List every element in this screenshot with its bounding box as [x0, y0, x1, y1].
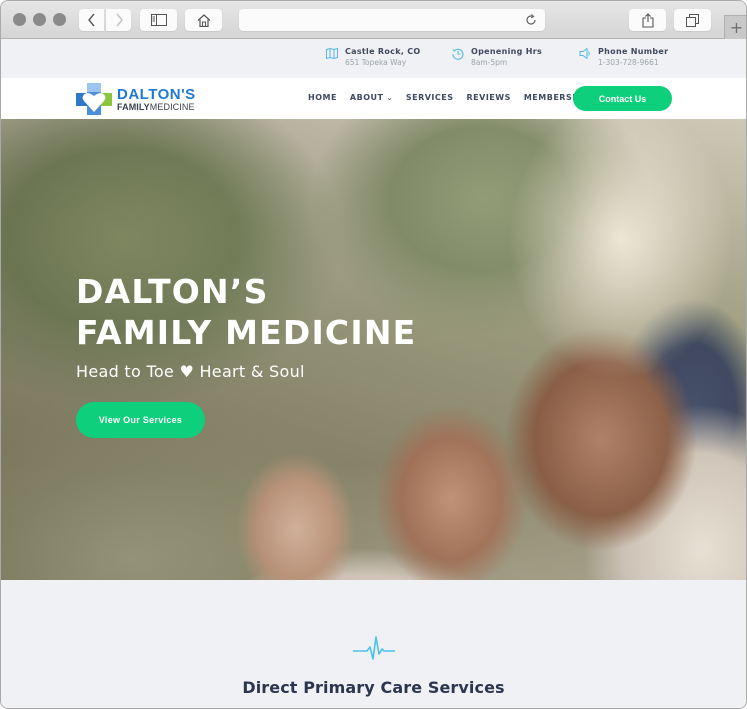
nav-item-about[interactable]: ABOUT ⌄	[350, 93, 393, 102]
map-icon	[326, 48, 338, 59]
sidebar-icon	[150, 14, 167, 26]
new-tab-button[interactable]: +	[724, 15, 746, 39]
hero-title-line-1: DALTON’S	[76, 272, 269, 311]
hero-title-line-2: FAMILY MEDICINE	[76, 313, 417, 352]
heartbeat-icon	[353, 636, 395, 660]
address-bar[interactable]	[239, 9, 545, 31]
home-button[interactable]	[185, 9, 222, 31]
hero-banner: DALTON’S FAMILY MEDICINE Head to Toe ♥ H…	[1, 119, 746, 580]
logo-subtitle-regular: MEDICINE	[149, 101, 195, 112]
logo-subtitle-bold: FAMILY	[117, 101, 150, 112]
share-icon	[641, 12, 654, 28]
location-address: 651 Topeka Way	[345, 58, 407, 67]
medical-cross-heart-icon	[76, 83, 112, 115]
view-services-button[interactable]: View Our Services	[76, 402, 205, 438]
sidebar-toggle-button[interactable]	[140, 9, 177, 31]
nav-menu: HOME ABOUT ⌄ SERVICES REVIEWS MEMBERSHIP	[308, 93, 602, 102]
site-logo[interactable]: DALTON'S FAMILYMEDICINE	[75, 82, 196, 116]
show-tabs-button[interactable]	[674, 9, 711, 31]
hours-value: 8am-5pm	[471, 58, 508, 67]
clock-icon	[452, 48, 464, 60]
reload-icon[interactable]	[525, 14, 537, 26]
hours-info: Openening Hrs 8am-5pm	[452, 46, 542, 68]
phone-number[interactable]: 1-303-728-9661	[598, 57, 668, 68]
nav-item-about-label: ABOUT	[349, 93, 384, 102]
location-info: Castle Rock, CO 651 Topeka Way	[326, 46, 421, 68]
hero-content: DALTON’S FAMILY MEDICINE Head to Toe ♥ H…	[76, 271, 416, 438]
forward-button[interactable]	[106, 9, 131, 31]
main-navbar: DALTON'S FAMILYMEDICINE HOME ABOUT ⌄ SERV…	[1, 78, 746, 119]
services-section: Direct Primary Care Services	[1, 580, 746, 708]
browser-toolbar: +	[1, 1, 746, 39]
phone-title: Phone Number	[598, 47, 669, 56]
top-info-bar: Castle Rock, CO 651 Topeka Way Openening…	[1, 40, 746, 78]
chevron-left-icon	[87, 13, 95, 27]
hours-title: Openening Hrs	[471, 47, 543, 56]
nav-item-services[interactable]: SERVICES	[406, 93, 454, 102]
close-window-button[interactable]	[13, 13, 26, 26]
location-title: Castle Rock, CO	[345, 47, 421, 56]
browser-window: + Castle Rock, CO 651 Topeka Way Openeni…	[0, 0, 747, 709]
plus-icon: +	[729, 18, 744, 37]
logo-subtitle: FAMILYMEDICINE	[117, 101, 196, 112]
contact-us-button[interactable]: Contact Us	[573, 86, 672, 111]
nav-item-reviews[interactable]: REVIEWS	[467, 93, 511, 102]
services-heading: Direct Primary Care Services	[242, 678, 505, 697]
hero-tagline: Head to Toe ♥ Heart & Soul	[76, 362, 305, 381]
minimize-window-button[interactable]	[33, 13, 46, 26]
phone-icon	[579, 48, 590, 59]
phone-info: Phone Number 1-303-728-9661	[579, 46, 668, 68]
tabs-icon	[686, 13, 699, 27]
home-icon	[197, 13, 210, 27]
hero-title: DALTON’S FAMILY MEDICINE	[76, 271, 416, 353]
share-button[interactable]	[629, 9, 666, 31]
chevron-down-icon: ⌄	[386, 93, 393, 102]
chevron-right-icon	[115, 13, 123, 27]
logo-title: DALTON'S	[117, 85, 196, 103]
zoom-window-button[interactable]	[53, 13, 66, 26]
nav-item-home[interactable]: HOME	[308, 93, 337, 102]
back-button[interactable]	[79, 9, 104, 31]
